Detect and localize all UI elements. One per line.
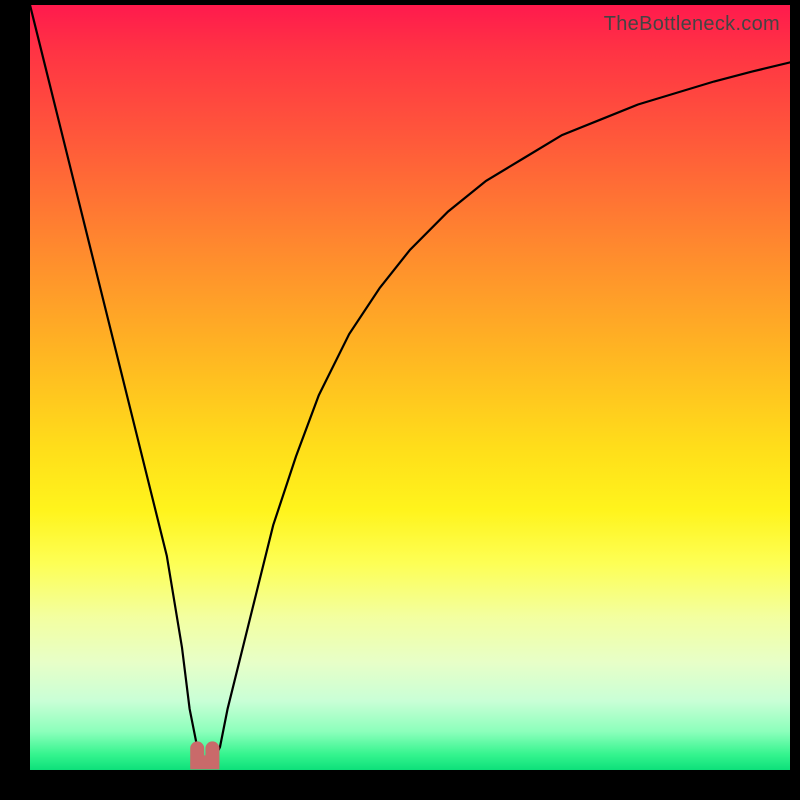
curve-layer xyxy=(30,5,790,770)
chart-frame: TheBottleneck.com xyxy=(0,0,800,800)
minimum-marker xyxy=(197,748,212,762)
plot-area: TheBottleneck.com xyxy=(30,5,790,770)
bottleneck-curve-path xyxy=(30,5,790,762)
